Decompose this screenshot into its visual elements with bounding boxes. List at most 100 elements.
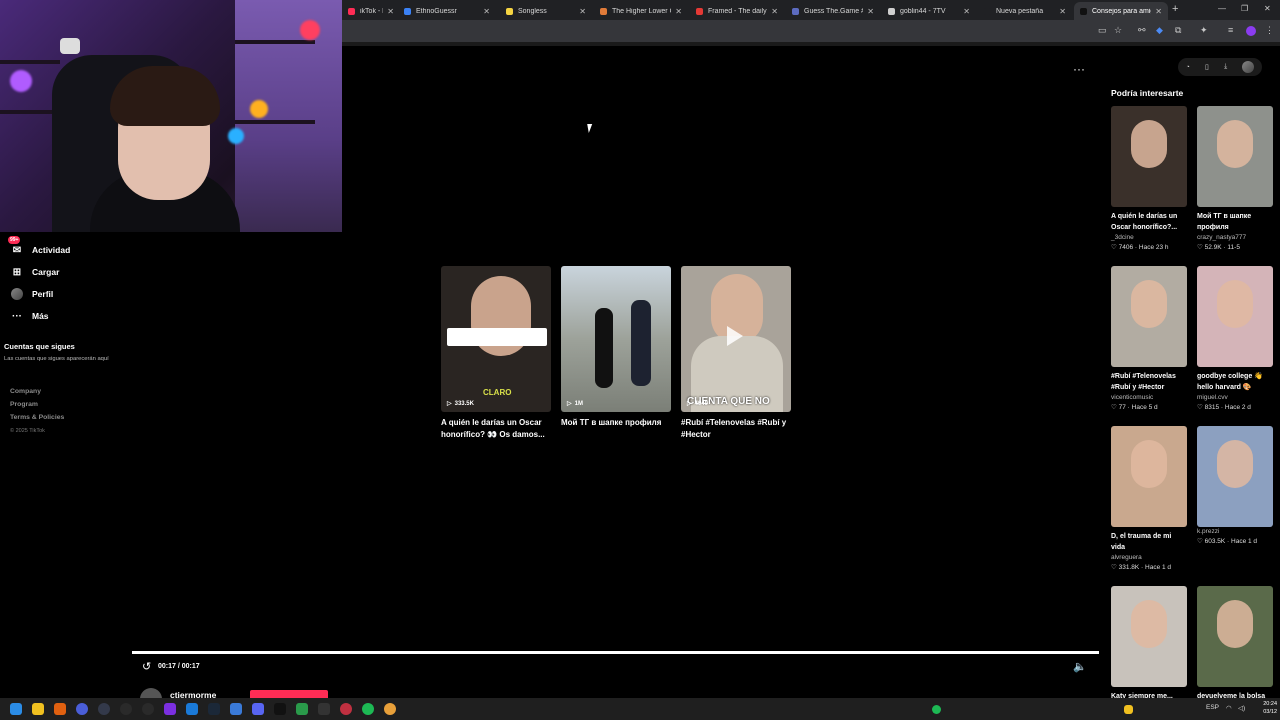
volume-icon[interactable]: 🔈 [1073,660,1087,673]
pin-icon[interactable]: ✦ [1200,25,1208,36]
download-icon[interactable]: ⤓ [1224,63,1227,71]
suggested-video-card[interactable]: goodbye college 👋 hello harvard 🎨 miguel.… [1197,266,1273,413]
tab-close-icon[interactable]: ✕ [483,7,490,16]
sidebar-item-perfil[interactable]: Perfil [10,286,53,302]
browser-tab[interactable]: ikTok - Make Yo ✕ [342,2,400,20]
close-window-button[interactable]: ✕ [1264,4,1271,13]
tab-close-icon[interactable]: ✕ [387,7,394,16]
steam-icon[interactable] [208,703,220,715]
chrome-icon[interactable] [384,703,396,715]
browser-tab[interactable]: EthnoGuessr ✕ [398,2,496,20]
app-icon[interactable] [120,703,132,715]
browser-tab[interactable]: Framed - The daily mo ✕ [690,2,784,20]
video-thumbnail[interactable] [1197,106,1273,207]
video-caption[interactable]: Мой ТГ в шапке профиля [1197,211,1273,233]
sidebar-item-mas[interactable]: ··· Más [10,308,49,324]
play-overlay-icon[interactable] [727,326,743,346]
suggested-video-card[interactable]: Katy siempre me... [1111,586,1187,702]
app-icon[interactable] [318,703,330,715]
video-thumbnail[interactable] [1197,586,1273,687]
sidebar-item-cargar[interactable]: ⊞ Cargar [10,264,60,280]
suggested-video-card[interactable]: #Rubí #Telenovelas #Rubí y #Hector vicent… [1111,266,1187,413]
video-thumbnail[interactable] [1197,426,1273,527]
device-icon[interactable]: ▯ [1205,63,1209,71]
app-green-icon[interactable] [296,703,308,715]
browser-tab[interactable]: Guess The.Game #129 ✕ [786,2,880,20]
browser-menu-icon[interactable]: ⋮ [1265,25,1274,36]
video-thumbnail[interactable] [1197,266,1273,367]
app-red-icon[interactable] [340,703,352,715]
avatar[interactable] [1242,61,1255,73]
system-clock[interactable]: 20:24 03/12 [1255,700,1277,716]
tab-close-icon[interactable]: ✕ [675,7,682,16]
browser-tab[interactable]: The Higher Lower Gam ✕ [594,2,688,20]
edge-icon[interactable] [186,703,198,715]
recommended-video-card[interactable]: CUENTA QUE NO ▷ 4949 #Rubí #Telenovelas #… [681,266,791,441]
file-explorer-icon[interactable] [32,703,44,715]
video-thumbnail[interactable]: CUENTA QUE NO ▷ 4949 [681,266,791,412]
app-4k-icon[interactable] [98,703,110,715]
discord-icon[interactable] [252,703,264,715]
search-icon[interactable] [54,703,66,715]
recommended-video-card[interactable]: ▷ 1M Мой ТГ в шапке профиля [561,266,671,429]
extensions-puzzle-icon[interactable]: ⧉ [1175,25,1181,36]
app-purple-icon[interactable] [164,703,176,715]
windows-start-icon[interactable] [10,703,22,715]
video-title[interactable]: Мой ТГ в шапке профиля [561,417,671,429]
profile-avatar[interactable] [1246,26,1256,36]
suggested-video-card[interactable]: Мой ТГ в шапке профиля crazy_nastya777 ♡ 5… [1197,106,1273,253]
suggested-video-card[interactable]: k.prezzi ♡ 603.5K · Hace 1 d [1197,426,1273,547]
suggested-video-card[interactable]: devuelveme la bolsa [1197,586,1273,702]
tab-close-icon[interactable]: ✕ [963,7,970,16]
cast-icon[interactable]: ▭ [1098,25,1107,36]
obs-icon[interactable] [142,703,154,715]
coins-icon[interactable]: ◔ [1186,64,1190,71]
recommended-video-card[interactable]: CLARO ▷ 333.5K A quién le darías un Oscar… [441,266,551,441]
browser-tab[interactable]: Songless ✕ [500,2,592,20]
tab-close-icon[interactable]: ✕ [1059,7,1066,16]
sidebar-item-actividad[interactable]: ✉ 99+ Actividad [8,236,70,258]
extension-icon[interactable]: ⚯ [1138,25,1146,36]
footer-link-program[interactable]: Program [10,401,38,408]
video-thumbnail[interactable] [1111,586,1187,687]
video-caption[interactable]: #Rubí #Telenovelas #Rubí y #Hector [1111,371,1187,393]
minimize-button[interactable]: — [1218,4,1226,13]
wifi-icon[interactable]: ◠ [1226,704,1232,712]
browser-tab[interactable]: Nueva pestaña ✕ [978,2,1072,20]
video-thumbnail[interactable] [1111,266,1187,367]
tray-folder-icon[interactable] [1124,705,1133,714]
extension-shield-icon[interactable]: ◆ [1156,25,1163,36]
suggested-video-card[interactable]: A quién le darías un Oscar honorífico?..… [1111,106,1187,253]
sidebar-icon[interactable]: ≡ [1228,25,1233,35]
video-thumbnail[interactable] [1111,106,1187,207]
tab-close-icon[interactable]: ✕ [867,7,874,16]
tab-close-icon[interactable]: ✕ [1155,7,1162,16]
tab-close-icon[interactable]: ✕ [579,7,586,16]
maximize-button[interactable]: ❐ [1241,4,1248,13]
video-title[interactable]: #Rubí #Telenovelas #Rubí y #Hector [681,417,791,441]
tiktok-icon[interactable] [274,703,286,715]
video-progress-bar[interactable] [132,651,1099,654]
browser-tab[interactable]: Consejos para amigos ✕ [1074,2,1168,20]
video-thumbnail[interactable]: CLARO ▷ 333.5K [441,266,551,412]
video-more-options-icon[interactable]: ··· [1073,62,1085,76]
volume-tray-icon[interactable]: ◁) [1238,704,1245,712]
tray-spotify-icon[interactable] [932,705,941,714]
app-blue-icon[interactable] [230,703,242,715]
bookmark-star-icon[interactable]: ☆ [1114,25,1122,36]
browser-tab[interactable]: goblin44 - 7TV ✕ [882,2,976,20]
suggested-video-card[interactable]: D, el trauma de mi vida alvreguera ♡ 331.8… [1111,426,1187,573]
video-thumbnail[interactable] [1111,426,1187,527]
video-thumbnail[interactable]: ▷ 1M [561,266,671,412]
new-tab-button[interactable]: + [1172,3,1178,15]
footer-link-terms[interactable]: Terms & Policies [10,414,64,421]
video-caption[interactable]: D, el trauma de mi vida [1111,531,1187,553]
footer-link-company[interactable]: Company [10,388,41,395]
spotify-icon[interactable] [362,703,374,715]
language-indicator[interactable]: ESP [1206,704,1219,711]
replay-icon[interactable]: ↺ [142,660,151,673]
app-v-icon[interactable] [76,703,88,715]
video-title[interactable]: A quién le darías un Oscar honorífico? 👀… [441,417,551,441]
video-caption[interactable]: A quién le darías un Oscar honorífico?..… [1111,211,1187,233]
tab-close-icon[interactable]: ✕ [771,7,778,16]
